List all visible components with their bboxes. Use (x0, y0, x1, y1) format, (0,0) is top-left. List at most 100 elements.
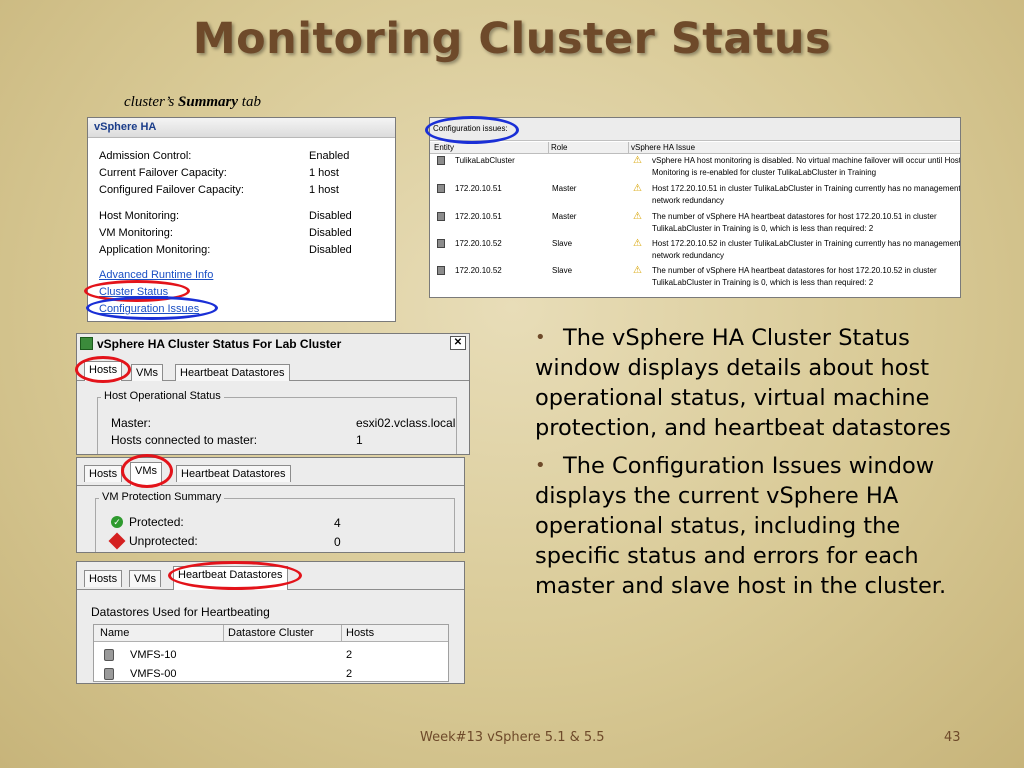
highlight-vms-tab (121, 454, 173, 488)
tab-hosts[interactable]: Hosts (84, 570, 123, 587)
warning-icon: ⚠ (633, 155, 642, 166)
bullet-text: The vSphere HA Cluster Status window dis… (535, 325, 951, 441)
page-number: 43 (944, 730, 961, 745)
column-datastore-cluster[interactable]: Datastore Cluster (228, 627, 314, 639)
footer-course: Week#13 vSphere 5.1 & 5.5 (420, 730, 605, 745)
master-label: Master: (111, 416, 152, 430)
summary-value: Disabled (309, 227, 352, 239)
datastore-icon (104, 668, 114, 680)
highlight-hosts-tab (75, 356, 131, 383)
entity-cell: TulikaLabCluster (455, 156, 515, 165)
unprotected-value: 0 (334, 535, 341, 549)
warning-icon: ⚠ (633, 238, 642, 249)
issue-cell-line1: vSphere HA host monitoring is disabled. … (652, 156, 961, 165)
protected-value: 4 (334, 516, 341, 530)
issue-cell-line1: Host 172.20.10.52 in cluster TulikaLabCl… (652, 239, 961, 248)
unprotected-label: Unprotected: (129, 534, 198, 548)
host-icon (437, 239, 445, 248)
warning-icon: ⚠ (633, 211, 642, 222)
summary-value: Disabled (309, 210, 352, 222)
caption-prefix: cluster’s (124, 94, 179, 110)
summary-label: Application Monitoring: (99, 244, 211, 256)
slide-title: Monitoring Cluster Status (192, 14, 832, 64)
cluster-status-window: vSphere HA Cluster Status For Lab Cluste… (76, 333, 470, 455)
datastore-hosts: 2 (346, 649, 353, 661)
cluster-status-title: vSphere HA Cluster Status For Lab Cluste… (97, 337, 342, 351)
close-icon[interactable]: ✕ (450, 336, 466, 350)
summary-label: VM Monitoring: (99, 227, 173, 239)
datastore-name: VMFS-10 (130, 649, 177, 661)
caption-suffix: tab (238, 94, 261, 110)
warning-icon: ⚠ (633, 265, 642, 276)
summary-value: 1 host (309, 167, 339, 179)
protected-label: Protected: (129, 515, 184, 529)
datastore-name: VMFS-00 (130, 668, 177, 680)
config-table-header: Entity Role vSphere HA Issue (430, 142, 960, 154)
issue-cell-line2: network redundancy (652, 196, 725, 205)
summary-header: vSphere HA (88, 118, 395, 138)
entity-cell: 172.20.10.51 (455, 184, 502, 193)
datastores-table-header: Name Datastore Cluster Hosts (94, 625, 448, 642)
hosts-connected-value: 1 (356, 433, 363, 447)
issue-cell-line1: The number of vSphere HA heartbeat datas… (652, 212, 937, 221)
entity-cell: 172.20.10.52 (455, 266, 502, 275)
column-role[interactable]: Role (551, 143, 567, 152)
datastores-table: Name Datastore Cluster Hosts VMFS-10 2 V… (93, 624, 449, 682)
tab-vms[interactable]: VMs (131, 364, 163, 381)
highlight-config-issues-label (425, 116, 519, 144)
advanced-runtime-info-link[interactable]: Advanced Runtime Info (99, 269, 213, 281)
vsphere-app-icon (80, 337, 93, 350)
bullet-text: The Configuration Issues window displays… (535, 453, 947, 599)
summary-value: Disabled (309, 244, 352, 256)
highlight-configuration-issues (86, 296, 218, 320)
tab-vms[interactable]: VMs (129, 570, 161, 587)
role-cell: Slave (552, 266, 573, 275)
issue-cell-line2: network redundancy (652, 251, 725, 260)
summary-value: 1 host (309, 184, 339, 196)
summary-label: Current Failover Capacity: (99, 167, 227, 179)
summary-value: Enabled (309, 150, 350, 162)
column-issue[interactable]: vSphere HA Issue (631, 143, 695, 152)
summary-caption: cluster’s Summary tab (124, 94, 261, 111)
bullet-item: • The vSphere HA Cluster Status window di… (535, 323, 975, 443)
datastore-icon (104, 649, 114, 661)
summary-label: Configured Failover Capacity: (99, 184, 244, 196)
datastore-hosts: 2 (346, 668, 353, 680)
configuration-issues-panel: Configuration issues: Entity Role vSpher… (429, 117, 961, 298)
issue-cell-line2: TulikaLabCluster in Training is 0, which… (652, 224, 874, 233)
cluster-status-titlebar: vSphere HA Cluster Status For Lab Cluste… (77, 334, 469, 354)
datastores-section-label: Datastores Used for Heartbeating (91, 605, 270, 619)
issue-cell-line2: TulikaLabCluster in Training is 0, which… (652, 278, 874, 287)
issue-cell-line2: Monitoring is re-enabled for cluster Tul… (652, 168, 877, 177)
cluster-icon (437, 156, 445, 165)
master-value: esxi02.vclass.local (356, 416, 456, 430)
role-cell: Slave (552, 239, 573, 248)
tab-heartbeat-datastores[interactable]: Heartbeat Datastores (175, 364, 290, 381)
bullet-item: • The Configuration Issues window display… (535, 451, 975, 601)
column-entity[interactable]: Entity (434, 143, 454, 152)
column-name[interactable]: Name (100, 627, 129, 639)
issue-cell-line1: The number of vSphere HA heartbeat datas… (652, 266, 937, 275)
summary-label: Host Monitoring: (99, 210, 180, 222)
bullet-dot-icon: • (535, 455, 546, 476)
bullet-list: • The vSphere HA Cluster Status window di… (535, 323, 975, 609)
protected-check-icon: ✓ (111, 516, 123, 528)
group-label: VM Protection Summary (99, 491, 225, 503)
host-icon (437, 266, 445, 275)
highlight-heartbeat-tab (168, 561, 302, 590)
warning-icon: ⚠ (633, 183, 642, 194)
summary-label: Admission Control: (99, 150, 192, 162)
entity-cell: 172.20.10.52 (455, 239, 502, 248)
bullet-dot-icon: • (535, 327, 546, 348)
role-cell: Master (552, 184, 577, 193)
entity-cell: 172.20.10.51 (455, 212, 502, 221)
tab-heartbeat-datastores[interactable]: Heartbeat Datastores (176, 465, 291, 482)
hosts-connected-label: Hosts connected to master: (111, 433, 258, 447)
host-icon (437, 184, 445, 193)
column-hosts[interactable]: Hosts (346, 627, 374, 639)
role-cell: Master (552, 212, 577, 221)
group-label: Host Operational Status (101, 390, 224, 402)
tab-hosts[interactable]: Hosts (84, 465, 123, 482)
host-icon (437, 212, 445, 221)
issue-cell-line1: Host 172.20.10.51 in cluster TulikaLabCl… (652, 184, 961, 193)
